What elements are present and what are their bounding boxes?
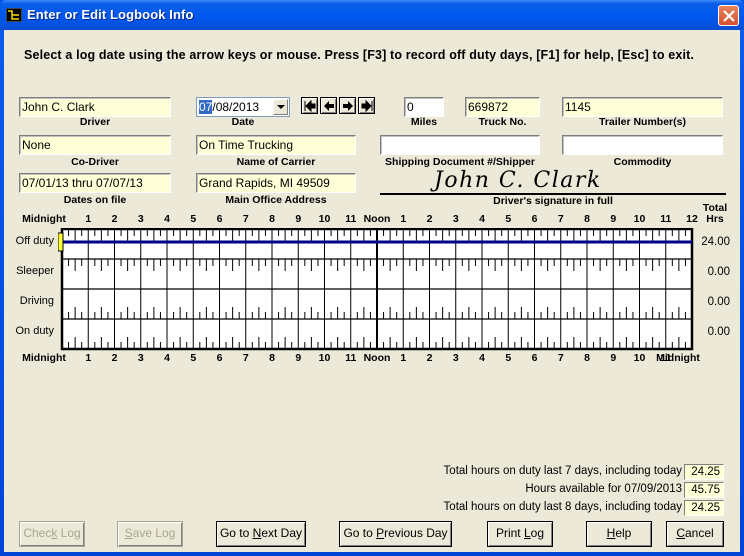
- total-on-duty: 0.00: [707, 326, 730, 338]
- check-log-button[interactable]: Check Log: [19, 521, 85, 547]
- miles-field[interactable]: 0: [404, 97, 444, 117]
- chevron-down-icon: [277, 105, 285, 109]
- shipping-document-field[interactable]: [380, 135, 540, 155]
- dialog-body: Select a log date using the arrow keys o…: [4, 30, 740, 552]
- next-record-button[interactable]: [339, 97, 356, 114]
- close-icon: [723, 10, 735, 22]
- summary-7-days-value: 24.25: [684, 464, 724, 480]
- date-value[interactable]: 07/08/2013: [199, 100, 259, 114]
- total-sleeper: 0.00: [707, 266, 730, 278]
- save-log-button[interactable]: Save Log: [117, 521, 183, 547]
- total-driving: 0.00: [707, 296, 730, 308]
- row-label-on-duty: On duty: [15, 325, 54, 337]
- first-arrow-icon: [304, 100, 316, 112]
- carrier-label: Name of Carrier: [236, 156, 316, 168]
- row-label-driving: Driving: [19, 295, 54, 307]
- time-cursor-marker[interactable]: [58, 232, 64, 252]
- bottom-hour-label: Midnight: [22, 352, 66, 364]
- driver-field[interactable]: John C. Clark: [19, 97, 171, 117]
- date-picker[interactable]: 07/08/2013: [196, 97, 290, 117]
- window-title: Enter or Edit Logbook Info: [27, 7, 194, 22]
- signature-label: Driver's signature in full: [493, 195, 613, 207]
- title-bar[interactable]: Enter or Edit Logbook Info: [0, 0, 744, 30]
- co-driver-label: Co-Driver: [71, 156, 119, 168]
- driver-label: Driver: [79, 116, 111, 128]
- last-record-button[interactable]: [358, 97, 375, 114]
- summary-7-days-label: Total hours on duty last 7 days, includi…: [443, 465, 682, 477]
- duty-status-grid[interactable]: [58, 228, 698, 354]
- commodity-field[interactable]: [562, 135, 723, 155]
- right-arrow-icon: [343, 101, 353, 111]
- previous-record-button[interactable]: [320, 97, 337, 114]
- cancel-button[interactable]: Cancel: [666, 521, 724, 547]
- date-month-selected: 07: [199, 100, 213, 114]
- co-driver-field[interactable]: None: [19, 135, 171, 155]
- app-icon: [6, 8, 22, 22]
- hours-available-label: Hours available for 07/09/2013: [525, 483, 682, 495]
- instructions-text: Select a log date using the arrow keys o…: [24, 48, 695, 62]
- hours-available-value: 45.75: [684, 482, 724, 498]
- left-arrow-icon: [324, 101, 334, 111]
- trailer-number-label: Trailer Number(s): [599, 116, 686, 128]
- date-label: Date: [231, 116, 255, 128]
- summary-8-days-value: 24.25: [684, 500, 724, 516]
- dates-on-file-label: Dates on file: [63, 194, 127, 206]
- office-address-label: Main Office Address: [225, 194, 327, 206]
- top-hour-label: Midnight: [22, 213, 66, 225]
- truck-number-field[interactable]: 669872: [465, 97, 540, 117]
- office-address-field[interactable]: Grand Rapids, MI 49509: [196, 173, 356, 193]
- shipping-document-label: Shipping Document #/Shipper: [385, 156, 535, 168]
- summary-8-days-label: Total hours on duty last 8 days, includi…: [443, 501, 682, 513]
- dates-on-file-field[interactable]: 07/01/13 thru 07/07/13: [19, 173, 171, 193]
- row-label-off-duty: Off duty: [15, 235, 54, 247]
- commodity-label: Commodity: [613, 156, 672, 168]
- first-record-button[interactable]: [301, 97, 318, 114]
- date-rest: /08/2013: [212, 100, 260, 114]
- print-log-button[interactable]: Print Log: [487, 521, 553, 547]
- next-day-button[interactable]: Go to Next Day: [216, 521, 306, 547]
- close-button[interactable]: [718, 5, 739, 26]
- previous-day-button[interactable]: Go to Previous Day: [339, 521, 452, 547]
- trailer-number-field[interactable]: 1145: [562, 97, 723, 117]
- total-off-duty: 24.00: [701, 236, 730, 248]
- miles-label: Miles: [410, 116, 438, 128]
- driver-signature: John C. Clark: [434, 168, 602, 193]
- total-header-2: Hrs: [706, 213, 724, 225]
- truck-number-label: Truck No.: [478, 116, 527, 128]
- date-dropdown-button[interactable]: [273, 99, 288, 115]
- last-arrow-icon: [361, 100, 373, 112]
- row-label-sleeper: Sleeper: [16, 265, 54, 277]
- logbook-window: Enter or Edit Logbook Info Select a log …: [0, 0, 744, 556]
- carrier-field[interactable]: On Time Trucking: [196, 135, 356, 155]
- bottom-hour-label: Midnight: [656, 352, 700, 364]
- help-button[interactable]: Help: [586, 521, 652, 547]
